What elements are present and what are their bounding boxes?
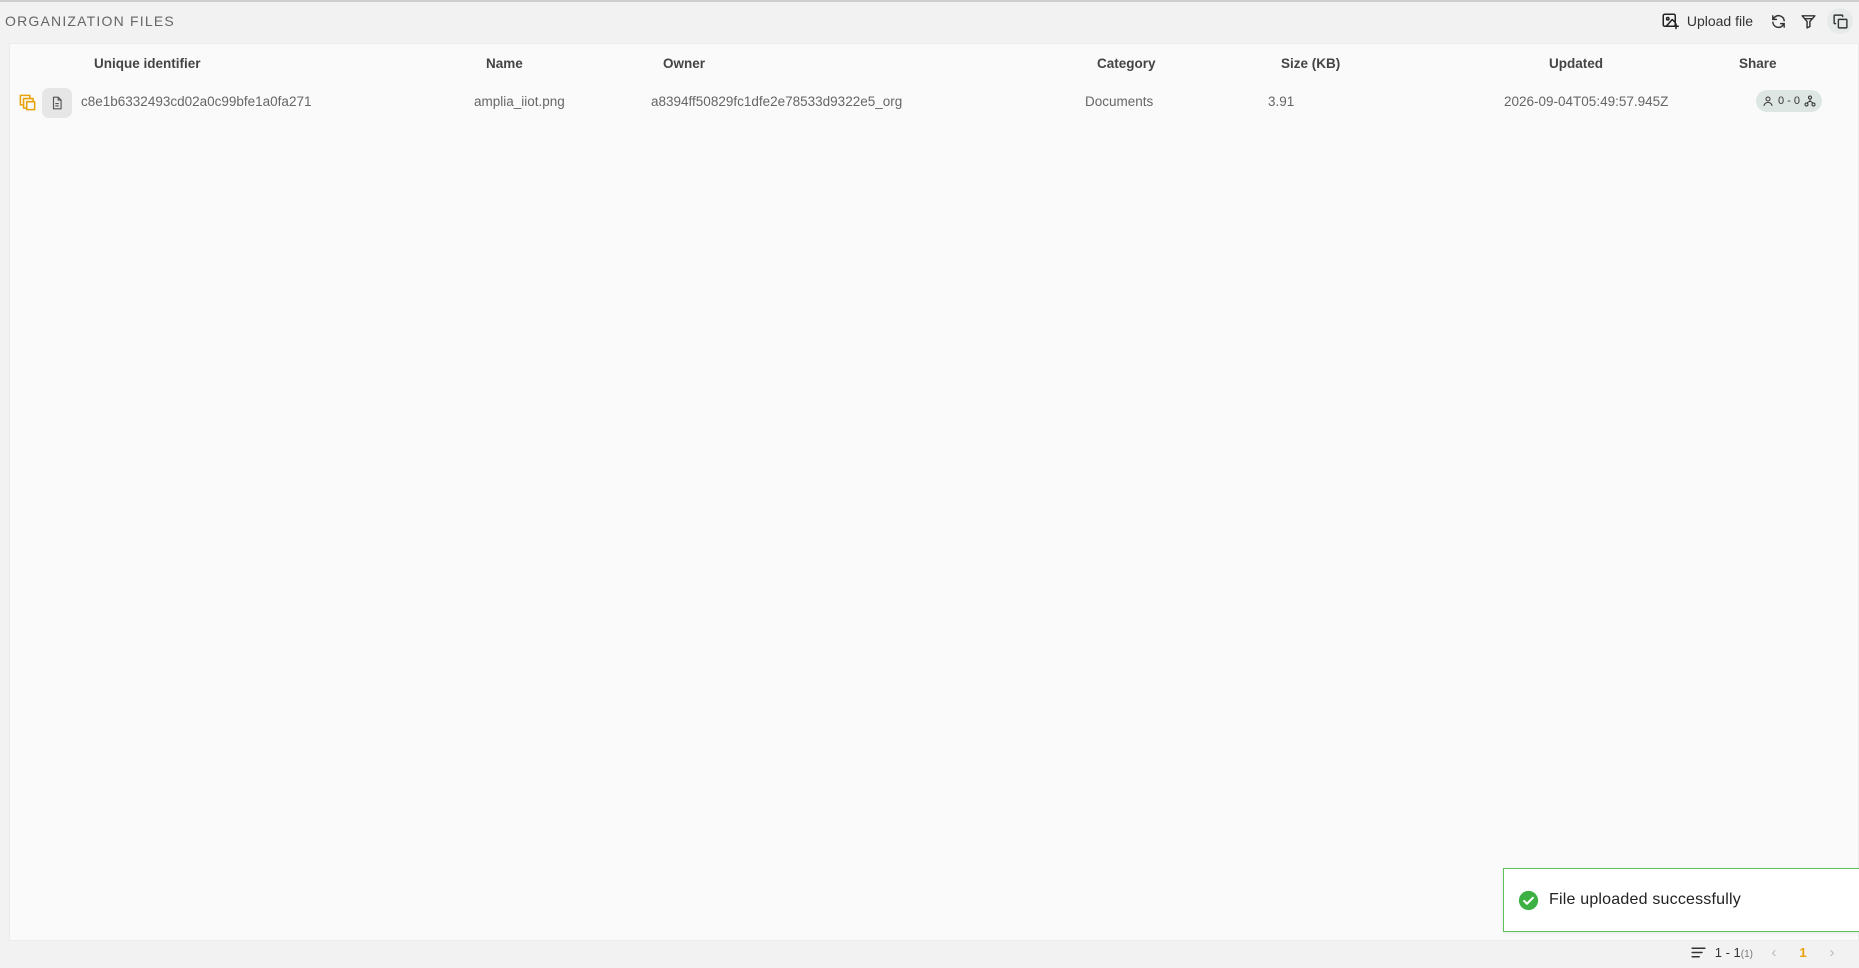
list-icon <box>1691 947 1706 957</box>
column-header-owner[interactable]: Owner <box>663 56 705 71</box>
column-header-unique-identifier[interactable]: Unique identifier <box>94 56 201 71</box>
network-icon <box>1804 95 1816 107</box>
copy-icon <box>1832 13 1848 29</box>
column-header-updated[interactable]: Updated <box>1549 56 1603 71</box>
cell-category: Documents <box>1085 94 1154 109</box>
cell-unique-identifier: c8e1b6332493cd02a0c99bfe1a0fa271 <box>81 94 312 109</box>
pagination: 1 - 1(1) ‹ 1 › <box>1690 942 1845 962</box>
share-badge[interactable]: 0 - 0 <box>1756 90 1823 112</box>
file-details-button[interactable] <box>42 88 72 118</box>
column-header-category[interactable]: Category <box>1097 56 1156 71</box>
column-header-size[interactable]: Size (KB) <box>1281 56 1340 71</box>
next-page-button[interactable]: › <box>1819 944 1845 961</box>
file-icon <box>52 96 62 110</box>
check-circle-icon <box>1518 890 1539 910</box>
cell-name: amplia_iiot.png <box>474 94 565 109</box>
previous-page-button[interactable]: ‹ <box>1761 944 1787 961</box>
share-count: 0 - 0 <box>1778 95 1801 107</box>
table-row[interactable]: c8e1b6332493cd02a0c99bfe1a0fa271 amplia_… <box>10 81 1858 123</box>
upload-file-label: Upload file <box>1686 13 1753 29</box>
image-upload-icon <box>1662 13 1679 30</box>
upload-file-button[interactable]: Upload file <box>1651 7 1763 35</box>
current-page-button[interactable]: 1 <box>1795 945 1811 960</box>
page-title: ORGANIZATION FILES <box>5 13 175 29</box>
toast-message: File uploaded successfully <box>1549 891 1741 908</box>
duplicate-icon[interactable] <box>18 93 37 112</box>
copy-view-button[interactable] <box>1827 8 1853 34</box>
cell-owner: a8394ff50829fc1dfe2e78533d9322e5_org <box>651 94 903 109</box>
filter-icon <box>1800 14 1816 29</box>
pagination-range: 1 - 1(1) <box>1714 944 1753 960</box>
files-table: Unique identifier Name Owner Category Si… <box>9 43 1859 941</box>
column-header-name[interactable]: Name <box>486 56 523 71</box>
cell-size: 3.91 <box>1268 94 1295 109</box>
pagination-total: (1) <box>1740 948 1753 960</box>
toolbar: Upload file <box>1651 2 1853 40</box>
page-size-selector[interactable] <box>1690 943 1707 960</box>
column-header-share[interactable]: Share <box>1739 56 1777 71</box>
user-icon <box>1763 96 1773 106</box>
table-header: Unique identifier Name Owner Category Si… <box>10 44 1858 82</box>
refresh-icon <box>1771 14 1785 28</box>
page-header: ORGANIZATION FILES Upload file <box>0 2 1859 40</box>
success-toast[interactable]: File uploaded successfully <box>1503 868 1859 932</box>
cell-updated: 2026-09-04T05:49:57.945Z <box>1504 94 1669 109</box>
filter-button[interactable] <box>1793 7 1823 35</box>
refresh-button[interactable] <box>1763 7 1793 35</box>
